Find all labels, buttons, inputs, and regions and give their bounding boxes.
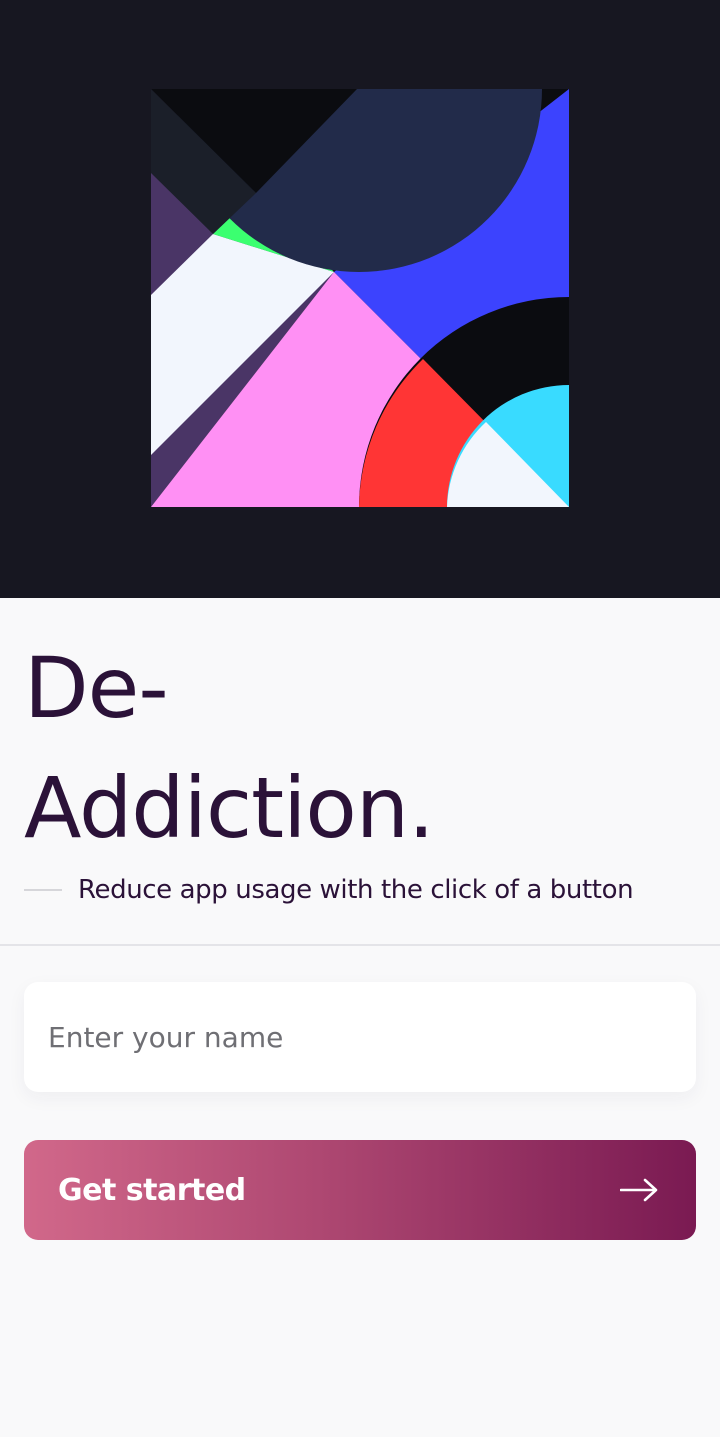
get-started-button[interactable]: Get started	[24, 1140, 696, 1240]
hero-banner	[0, 0, 720, 598]
title-line-2: Addiction.	[24, 759, 435, 857]
abstract-geometric-artwork	[151, 89, 569, 507]
get-started-label: Get started	[58, 1172, 246, 1208]
page-title: De- Addiction.	[24, 628, 435, 868]
subtitle-text: Reduce app usage with the click of a but…	[78, 875, 634, 905]
name-input[interactable]	[24, 982, 696, 1092]
title-line-1: De-	[24, 639, 169, 737]
subtitle-row: Reduce app usage with the click of a but…	[24, 868, 634, 912]
section-divider	[0, 944, 720, 946]
arrow-right-icon	[620, 1178, 658, 1202]
subtitle-dash	[24, 889, 62, 891]
